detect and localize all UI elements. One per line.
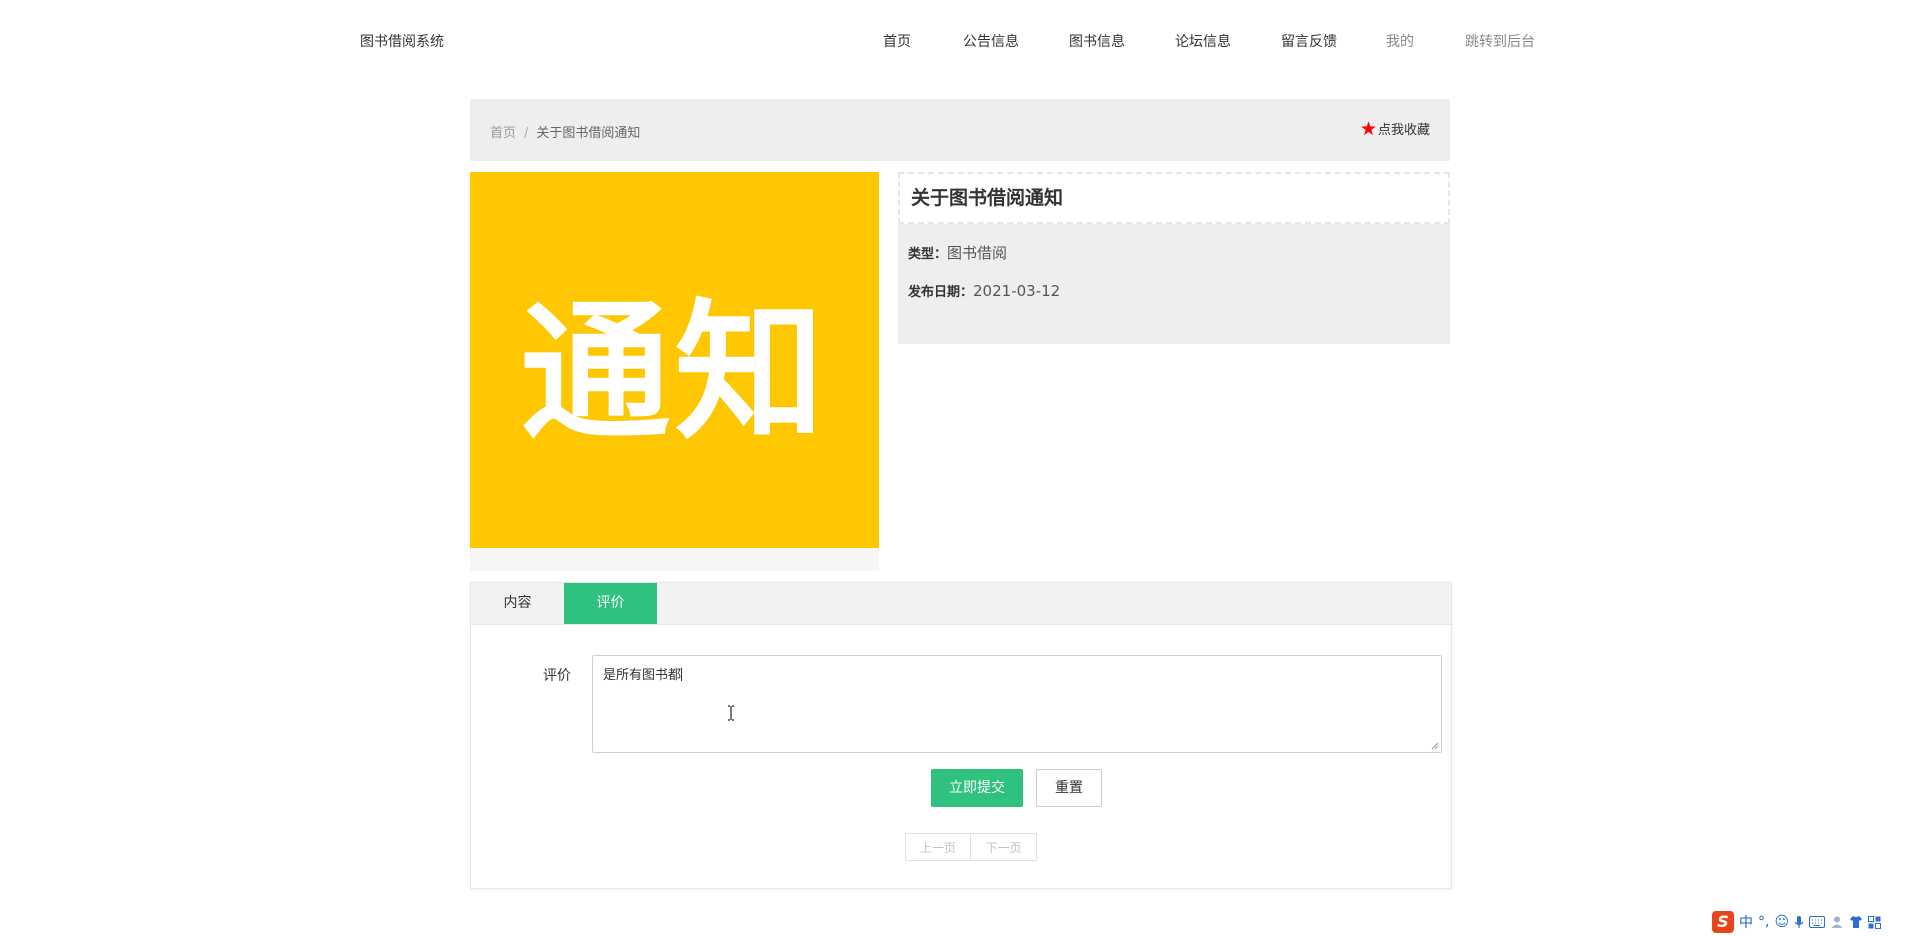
nav-home[interactable]: 首页 — [883, 31, 911, 51]
review-text: 是所有图书都 — [603, 668, 682, 683]
type-row: 类型：图书借阅 — [908, 242, 1007, 263]
breadcrumb-bar: 首页 / 关于图书借阅通知 ★ 点我收藏 — [470, 99, 1450, 161]
notice-title: 关于图书借阅通知 — [898, 172, 1450, 224]
emoji-icon[interactable]: ☺ — [1774, 914, 1789, 930]
user-icon[interactable] — [1830, 915, 1844, 929]
ime-toolbar: S 中 °, ☺ — [1712, 910, 1882, 934]
star-icon: ★ — [1359, 117, 1377, 140]
date-value: 2021-03-12 — [973, 282, 1061, 300]
prev-page-button[interactable]: 上一页 — [905, 833, 971, 861]
tab-header: 内容 评价 — [471, 583, 1451, 625]
reset-button[interactable]: 重置 — [1036, 769, 1102, 807]
resize-grip-icon[interactable] — [1431, 742, 1439, 750]
type-label: 类型： — [908, 247, 948, 262]
type-value: 图书借阅 — [947, 244, 1008, 262]
top-nav: 首页 公告信息 图书信息 论坛信息 留言反馈 我的 跳转到后台 — [0, 31, 1918, 51]
text-cursor-icon — [728, 705, 734, 721]
pager: 上一页 下一页 — [905, 833, 1037, 861]
grid-icon[interactable] — [1868, 915, 1882, 929]
next-page-button[interactable]: 下一页 — [971, 833, 1037, 861]
ime-mode[interactable]: 中 — [1739, 912, 1753, 932]
shirt-icon[interactable] — [1849, 915, 1863, 929]
review-label: 评价 — [543, 668, 571, 684]
nav-announcements[interactable]: 公告信息 — [963, 31, 1019, 51]
notice-image-text: 通知 — [520, 284, 829, 461]
favorite-button[interactable]: ★ 点我收藏 — [1360, 119, 1430, 138]
breadcrumb-home[interactable]: 首页 — [490, 126, 516, 141]
breadcrumb-current: 关于图书借阅通知 — [536, 126, 641, 141]
breadcrumb: 首页 / 关于图书借阅通知 — [490, 122, 640, 141]
nav-admin[interactable]: 跳转到后台 — [1465, 31, 1535, 51]
nav-mine[interactable]: 我的 — [1386, 31, 1414, 51]
text-caret — [681, 668, 683, 681]
breadcrumb-separator: / — [524, 126, 529, 141]
info-panel: 关于图书借阅通知 类型：图书借阅 发布日期：2021-03-12 — [898, 172, 1450, 344]
ime-punctuation[interactable]: °, — [1758, 914, 1769, 930]
nav-feedback[interactable]: 留言反馈 — [1281, 31, 1337, 51]
date-label: 发布日期： — [908, 285, 974, 300]
microphone-icon[interactable] — [1794, 915, 1804, 929]
nav-books[interactable]: 图书信息 — [1069, 31, 1125, 51]
favorite-label: 点我收藏 — [1377, 123, 1430, 138]
submit-button[interactable]: 立即提交 — [931, 769, 1023, 807]
keyboard-icon[interactable] — [1809, 916, 1826, 928]
nav-forum[interactable]: 论坛信息 — [1175, 31, 1231, 51]
tabs-block: 内容 评价 评价 是所有图书都 立即提交 重置 上一页 下一页 — [470, 582, 1452, 889]
tab-content[interactable]: 内容 — [471, 583, 564, 624]
review-textarea[interactable]: 是所有图书都 — [592, 655, 1442, 753]
image-footer — [470, 548, 879, 571]
notice-image: 通知 — [470, 172, 879, 548]
tab-review[interactable]: 评价 — [564, 583, 657, 624]
sogou-logo-icon[interactable]: S — [1712, 911, 1734, 933]
date-row: 发布日期：2021-03-12 — [908, 281, 1060, 300]
